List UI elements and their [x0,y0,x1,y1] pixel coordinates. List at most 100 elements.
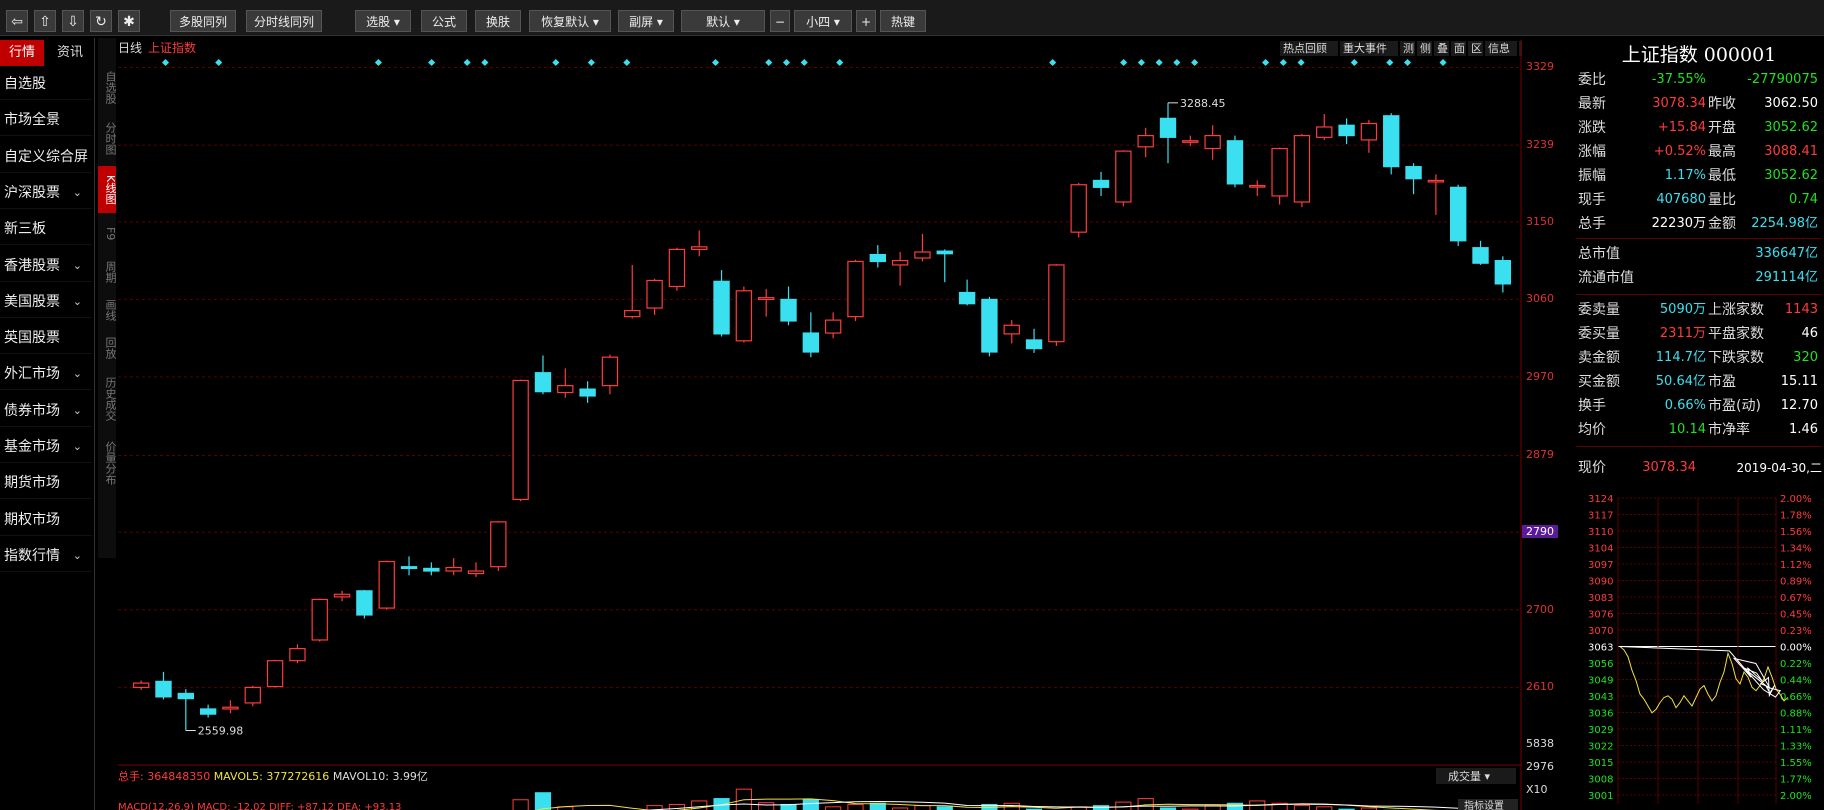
toolbar-button-0[interactable]: 多股同列 [170,10,236,32]
candle [713,270,730,337]
sidebar-tabs: 行情 资讯 [0,38,94,68]
tab-news[interactable]: 资讯 [48,40,92,66]
signal-dot [1279,58,1287,67]
sidebar-item-4[interactable]: 新三板 [0,213,92,246]
low-label: 2559.98 [198,725,244,738]
quote-label: 涨跌 [1578,120,1606,136]
toolbar-button-2[interactable]: 选股 ▾ [355,10,411,32]
quote-value: 407680 [1656,192,1706,207]
mini-left-tick: 3008 [1588,775,1613,786]
toolbar-button-3[interactable]: 公式 [421,10,467,32]
vtab-6[interactable]: 回放 [98,331,117,365]
sidebar: 行情 资讯 自选股 市场全景 自定义综合屏 沪深股票 ⌄ 新三板 香港股票 ⌄ 美国股票 ⌄ 英国股… [0,38,95,810]
toolbar-button-8[interactable]: − [770,10,790,32]
vtab-4[interactable]: 周期 [98,255,117,289]
sidebar-item-label: 新三板 [4,221,46,238]
chevron-down-icon: ⌄ [72,294,82,308]
candle [177,689,194,731]
quote-label: 换手 [1578,398,1606,414]
mini-right-tick: 1.12% [1780,560,1812,571]
sidebar-item-3[interactable]: 沪深股票 ⌄ [0,177,92,209]
kline-chart[interactable]: 日线上证指数热点回顾重大事件测侧叠面区信息⇥3288.452559.98总手: … [118,40,1522,810]
sidebar-item-label: 自选股 [4,76,46,92]
candle [847,259,864,321]
quote-value: 10.14 [1668,422,1706,437]
signal-dot [463,58,471,67]
vtab-1[interactable]: 分时图 [98,115,117,162]
toolbar-button-5[interactable]: 恢复默认 ▾ [529,10,611,32]
candle [1338,118,1355,145]
vtab-2[interactable]: K线图 [98,166,117,213]
quote-value: 1143 [1784,302,1818,317]
mini-right-tick: 1.77% [1780,775,1812,786]
vtab-0[interactable]: 自选股 [98,64,117,111]
toolbar-button-7[interactable]: 默认 ▾ [681,10,765,32]
signal-dot [374,58,382,67]
tab-market[interactable]: 行情 [0,40,44,66]
cap-label: 总市值 [1578,246,1620,262]
sidebar-item-0[interactable]: 自选股 [0,68,92,100]
settings-icon[interactable]: ✱ [118,10,140,32]
quote-label: 昨收 [1708,96,1736,112]
vtab-8[interactable]: 价量分布 [98,433,117,493]
volume-bar [1293,805,1311,810]
quote-label: 委比 [1578,72,1606,88]
volume-bar [534,792,552,810]
toolbar-button-1[interactable]: 分时线同列 [246,10,322,32]
mini-left-tick: 3124 [1588,494,1613,505]
sidebar-item-13[interactable]: 指数行情 ⌄ [0,540,92,572]
quote-value: -27790075 [1747,72,1818,87]
sidebar-item-12[interactable]: 期权市场 [0,504,92,536]
sidebar-item-2[interactable]: 自定义综合屏 [0,141,92,173]
signal-dot [1262,58,1270,67]
sidebar-item-1[interactable]: 市场全景 [0,104,92,137]
down-arrow-icon[interactable]: ⇩ [62,10,84,32]
mini-left-tick: 3117 [1588,511,1613,522]
toolbar-button-10[interactable]: + [856,10,876,32]
vtab-5[interactable]: 画线 [98,293,117,327]
cap-value: 336647亿 [1755,246,1818,261]
candle [1472,240,1489,265]
chevron-down-icon: ⌄ [72,440,82,453]
quote-row: 委买量 2311万 平盘家数 46 [1576,322,1822,346]
mini-right-tick: 0.88% [1780,709,1812,720]
sidebar-item-9[interactable]: 债券市场 ⌄ [0,395,92,427]
candle [735,286,753,343]
vtab-7[interactable]: 历史成交 [98,369,117,429]
quote-value: 15.11 [1780,374,1818,389]
sidebar-item-6[interactable]: 美国股票 ⌄ [0,286,92,318]
now-price-row: 现价 3078.34 2019-04-30,二 [1576,456,1822,480]
quote-value: 22230万 [1651,216,1706,231]
signal-dot [1350,58,1358,67]
now-price-value: 3078.34 [1642,460,1696,475]
sidebar-item-10[interactable]: 基金市场 ⌄ [0,431,92,463]
sidebar-item-8[interactable]: 外汇市场 ⌄ [0,358,92,391]
toolbar-button-11[interactable]: 热键 [880,10,926,32]
toolbar-button-6[interactable]: 副屏 ▾ [618,10,674,32]
candle [869,245,886,268]
sidebar-item-11[interactable]: 期货市场 [0,467,92,500]
toolbar-button-9[interactable]: 小四 ▾ [794,10,852,32]
signal-dot [1155,58,1163,67]
quote-value: 3088.41 [1764,144,1818,159]
sidebar-item-7[interactable]: 英国股票 [0,322,92,355]
back-arrow-icon[interactable]: ⇦ [6,10,28,32]
mini-right-tick: 1.55% [1780,758,1812,769]
toolbar-button-4[interactable]: 换肤 [475,10,521,32]
mini-left-tick: 3063 [1588,643,1613,654]
mini-right-tick: 1.78% [1780,511,1812,522]
sidebar-item-label: 期权市场 [4,511,60,528]
vtab-3[interactable]: F9 [98,217,117,251]
chart-tool-label: 面 [1454,42,1465,55]
candle [802,312,820,358]
chevron-down-icon: ⌄ [72,548,82,562]
sidebar-item-label: 香港股票 [4,257,60,274]
up-arrow-icon[interactable]: ⇧ [34,10,56,32]
mini-left-tick: 3104 [1588,544,1613,555]
chevron-down-icon: ⌄ [72,258,82,272]
intraday-mini-chart[interactable]: 3124 2.00% 3117 1.78% 3110 1.56% 3104 1.34% 3097… [1576,494,1824,810]
refresh-icon[interactable]: ↻ [90,10,112,32]
mini-left-tick: 3076 [1588,610,1613,621]
sidebar-item-5[interactable]: 香港股票 ⌄ [0,250,92,282]
quote-value: 320 [1793,350,1818,365]
